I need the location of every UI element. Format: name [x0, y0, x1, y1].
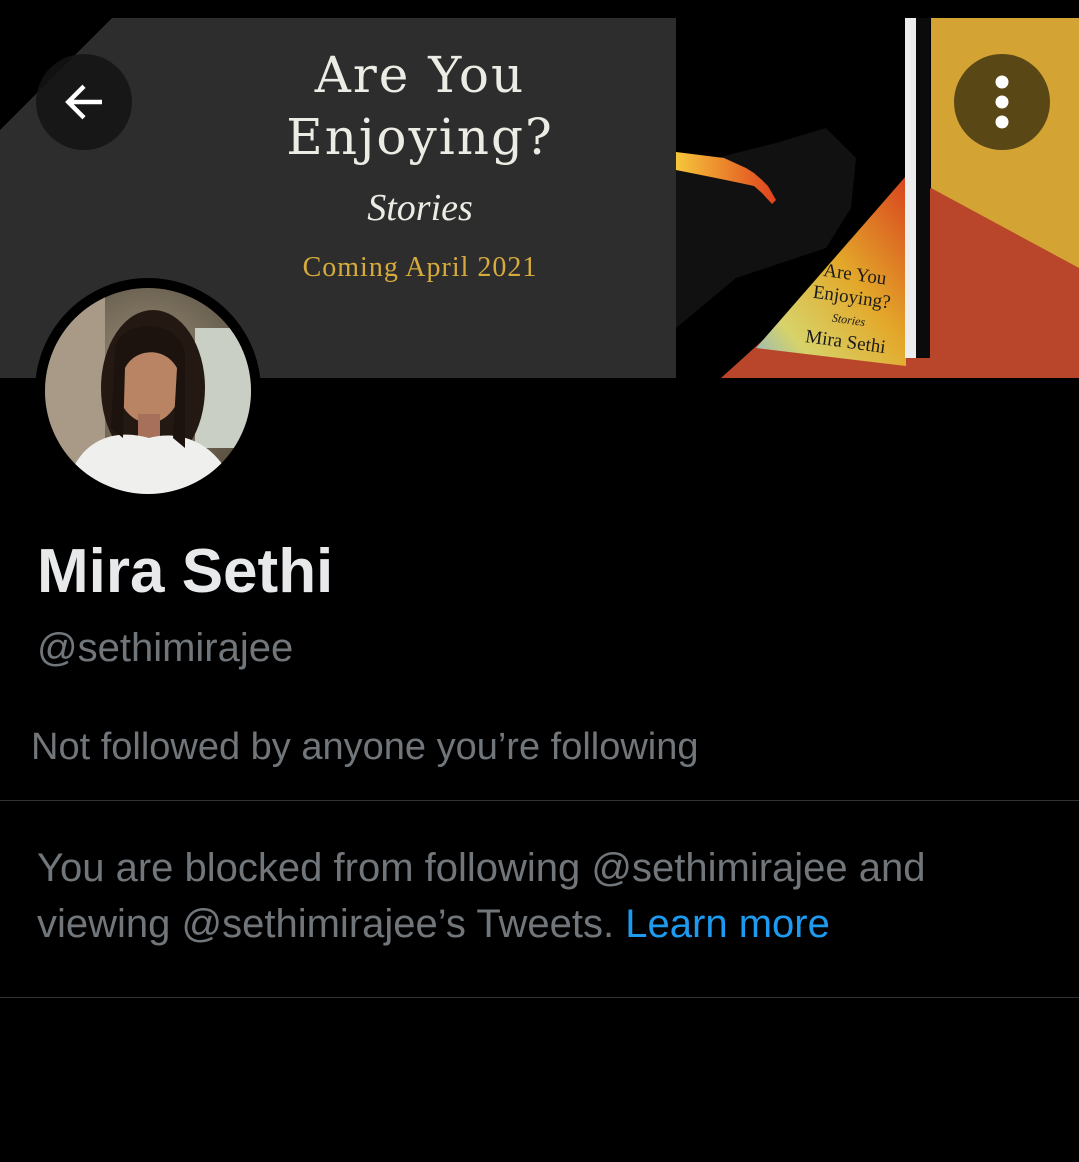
arrow-left-icon — [65, 84, 102, 120]
banner-release-date: Coming April 2021 — [302, 252, 538, 283]
divider — [0, 997, 1079, 998]
followers-you-know: Not followed by anyone you’re following — [31, 726, 699, 768]
profile-name: Mira Sethi — [37, 537, 334, 606]
profile-handle: @sethimirajee — [37, 626, 294, 670]
more-options-button[interactable] — [954, 54, 1050, 150]
learn-more-link[interactable]: Learn more — [625, 902, 830, 946]
divider — [0, 800, 1079, 801]
avatar[interactable] — [35, 278, 261, 504]
profile-photo — [45, 288, 251, 494]
blocked-notice: You are blocked from following @sethimir… — [37, 840, 1047, 952]
more-vertical-icon — [995, 75, 1009, 129]
banner-subtitle: Stories — [367, 187, 473, 229]
back-button[interactable] — [36, 54, 132, 150]
banner-title: Are You Enjoying? — [286, 46, 554, 166]
